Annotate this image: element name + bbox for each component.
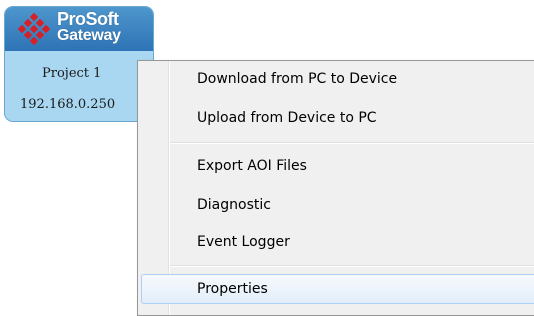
menu-item-label: Event Logger	[197, 234, 290, 250]
project-name: Project 1	[42, 66, 102, 81]
menu-item-label: Properties	[197, 281, 268, 297]
menu-item-label: Upload from Device to PC	[197, 110, 377, 126]
menu-item-label: Diagnostic	[197, 197, 271, 213]
logo-text: ProSoft Gateway	[57, 10, 121, 44]
menu-item-upload[interactable]: Upload from Device to PC	[141, 105, 534, 131]
menu-separator	[170, 265, 534, 267]
menu-separator	[170, 142, 534, 144]
device-tile[interactable]: ProSoft Gateway Project 1 192.168.0.250	[4, 6, 154, 122]
menu-item-event-logger[interactable]: Event Logger	[141, 229, 534, 255]
menu-item-diagnostic[interactable]: Diagnostic	[141, 192, 534, 218]
tile-header: ProSoft Gateway	[5, 7, 153, 51]
menu-item-download[interactable]: Download from PC to Device	[141, 66, 534, 92]
menu-item-properties[interactable]: Properties	[141, 274, 534, 304]
logo-line2: Gateway	[57, 27, 121, 44]
prosoft-logo-icon	[17, 13, 51, 46]
logo-line1: ProSoft	[57, 9, 119, 29]
menu-item-label: Download from PC to Device	[197, 71, 398, 87]
context-menu: Download from PC to Device Upload from D…	[137, 60, 534, 316]
ip-address: 192.168.0.250	[20, 97, 116, 112]
menu-item-label: Export AOI Files	[197, 158, 307, 174]
menu-item-export-aoi[interactable]: Export AOI Files	[141, 153, 534, 179]
